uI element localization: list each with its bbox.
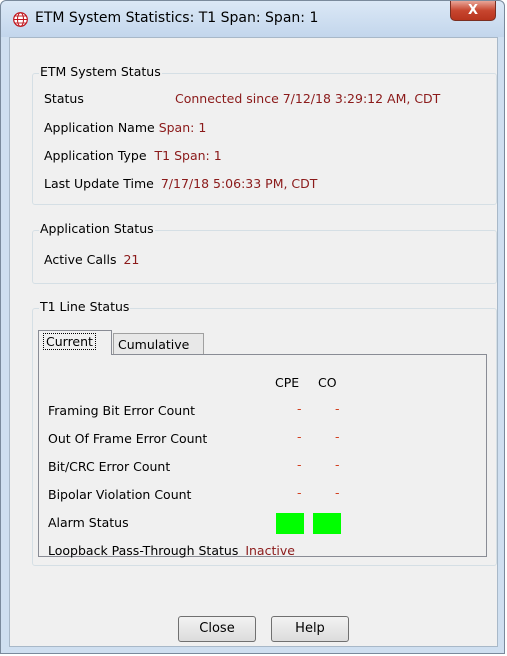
last-update-label: Last Update Time (44, 176, 154, 191)
t1-line-status-label: T1 Line Status (39, 299, 131, 314)
loopback-row: Loopback Pass-Through Status Inactive (48, 543, 295, 558)
app-type-label: Application Type (44, 148, 147, 163)
tab-current[interactable]: Current (38, 330, 112, 355)
close-button[interactable]: Close (178, 616, 256, 642)
framing-bit-error-co: - (335, 401, 340, 416)
bit-crc-error-co: - (335, 457, 340, 472)
col-header-cpe: CPE (275, 375, 300, 390)
status-row: Status (44, 91, 84, 106)
loopback-label: Loopback Pass-Through Status (48, 543, 239, 558)
app-type-row: Application Type T1 Span: 1 (44, 148, 222, 163)
globe-app-icon (13, 12, 28, 27)
tab-current-label: Current (43, 333, 96, 350)
bipolar-violation-co: - (335, 485, 340, 500)
alarm-status-label: Alarm Status (48, 515, 129, 530)
framing-bit-error-cpe: - (297, 401, 302, 416)
bipolar-violation-cpe: - (297, 485, 302, 500)
active-calls-row: Active Calls 21 (44, 252, 139, 267)
title-bar[interactable]: ETM System Statistics: T1 Span: Span: 1 … (1, 1, 504, 37)
app-name-row: Application Name Span: 1 (44, 120, 206, 135)
framing-bit-error-label: Framing Bit Error Count (48, 403, 196, 418)
tab-cumulative-label: Cumulative (118, 337, 190, 352)
bit-crc-error-label: Bit/CRC Error Count (48, 459, 171, 474)
col-header-co: CO (318, 375, 337, 390)
etm-system-status-label: ETM System Status (39, 64, 162, 79)
alarm-status-cpe-indicator (276, 513, 304, 534)
tab-cumulative[interactable]: Cumulative (113, 333, 204, 355)
out-of-frame-error-label: Out Of Frame Error Count (48, 431, 208, 446)
last-update-value: 7/17/18 5:06:33 PM, CDT (160, 176, 318, 191)
app-type-value: T1 Span: 1 (154, 148, 222, 163)
app-name-label: Application Name (44, 120, 155, 135)
window-title: ETM System Statistics: T1 Span: Span: 1 (35, 10, 319, 26)
status-value: Connected since 7/12/18 3:29:12 AM, CDT (175, 91, 441, 106)
status-label: Status (44, 91, 84, 106)
help-button[interactable]: Help (271, 616, 349, 642)
app-name-value: Span: 1 (158, 120, 207, 135)
bipolar-violation-label: Bipolar Violation Count (48, 487, 192, 502)
last-update-row: Last Update Time 7/17/18 5:06:33 PM, CDT (44, 176, 317, 191)
out-of-frame-error-cpe: - (297, 429, 302, 444)
alarm-status-co-indicator (313, 513, 341, 534)
active-calls-value: 21 (123, 252, 140, 267)
status-value-wrap: Connected since 7/12/18 3:29:12 AM, CDT (175, 91, 440, 106)
bit-crc-error-cpe: - (297, 457, 302, 472)
loopback-value: Inactive (245, 543, 295, 558)
window-close-button[interactable]: X (450, 1, 496, 21)
application-status-label: Application Status (39, 221, 155, 236)
active-calls-label: Active Calls (44, 252, 117, 267)
out-of-frame-error-co: - (335, 429, 340, 444)
